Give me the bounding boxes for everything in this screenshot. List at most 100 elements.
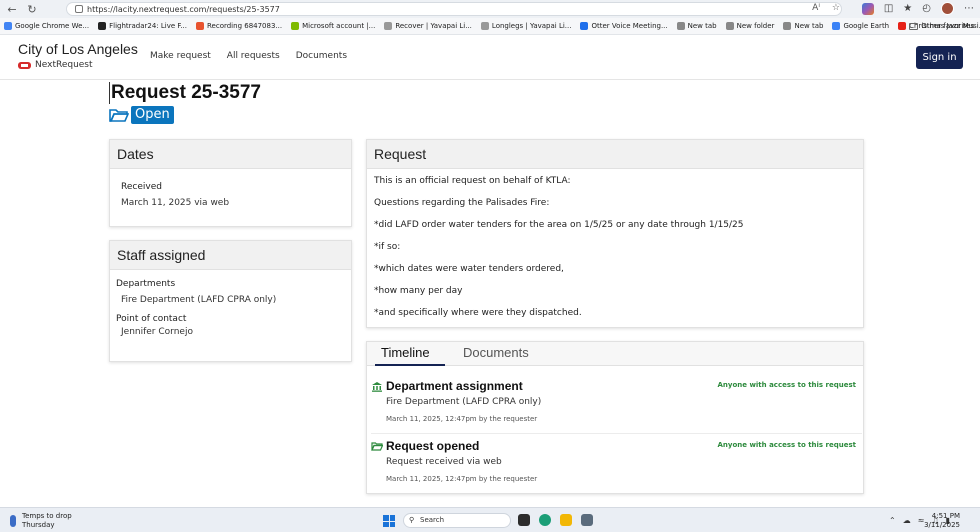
page-title: Request 25-3577: [109, 82, 261, 104]
request-card: Request This is an official request on b…: [366, 139, 864, 328]
file-explorer-icon[interactable]: [560, 514, 572, 526]
bookmark-item[interactable]: Recover | Yavapai Li...: [384, 22, 472, 30]
bookmark-favicon-icon: [4, 22, 12, 30]
nextrequest-logo-icon: [18, 61, 31, 69]
bookmarks-bar: Google Chrome We... Flightradar24: Live F…: [0, 18, 980, 35]
timeline-tabs: Timeline Documents: [367, 342, 863, 366]
request-line: *and specifically where were they dispat…: [374, 308, 582, 318]
reload-icon[interactable]: ↻: [24, 1, 40, 17]
status-badge: Open: [131, 106, 174, 124]
taskbar-search[interactable]: ⚲ Search: [403, 513, 511, 528]
event-timestamp: March 11, 2025, 12:47pm by the requester: [386, 475, 538, 483]
system-clock[interactable]: 4:51 PM 3/11/2025: [924, 512, 960, 530]
nav-make-request[interactable]: Make request: [150, 51, 211, 61]
staff-card: Staff assigned Departments Fire Departme…: [109, 240, 352, 362]
bookmark-label: Flightradar24: Live F...: [109, 22, 187, 30]
department-building-icon: [372, 381, 382, 392]
search-placeholder: Search: [420, 516, 445, 524]
bookmark-item[interactable]: Google Earth: [832, 22, 889, 30]
bookmark-label: Longlegs | Yavapai Li...: [491, 22, 572, 30]
open-folder-icon: [109, 109, 129, 122]
staff-heading: Staff assigned: [110, 241, 351, 270]
bookmark-favicon-icon: [480, 22, 489, 30]
nav-all-requests[interactable]: All requests: [227, 51, 280, 61]
tab-timeline[interactable]: Timeline: [375, 345, 445, 366]
bookmark-label: Otter Voice Meeting...: [591, 22, 668, 30]
address-bar[interactable]: https://lacity.nextrequest.com/requests/…: [66, 2, 842, 16]
history-icon[interactable]: ◴: [922, 3, 931, 14]
nav-documents[interactable]: Documents: [296, 51, 347, 61]
bookmark-favicon-icon: [580, 22, 589, 30]
search-icon: ⚲: [409, 516, 415, 524]
task-view-icon[interactable]: [518, 514, 530, 526]
weather-widget[interactable]: Temps to drop Thursday: [10, 512, 72, 530]
read-aloud-icon[interactable]: Aⁱ: [812, 3, 820, 13]
bookmark-favicon-icon: [98, 22, 107, 30]
request-line: *did LAFD order water tenders for the ar…: [374, 220, 744, 230]
divider: [371, 433, 862, 434]
bookmark-item[interactable]: New tab: [676, 22, 717, 30]
copilot-icon[interactable]: [861, 2, 874, 15]
back-icon[interactable]: ←: [4, 1, 20, 17]
remote-desktop-icon[interactable]: [581, 514, 593, 526]
bookmark-favicon-icon: [725, 22, 734, 30]
timeline-card: Timeline Documents Department assignment…: [366, 341, 864, 494]
received-label: Received: [121, 182, 162, 192]
brand-subtitle-text: NextRequest: [35, 60, 93, 70]
bookmark-item[interactable]: Google Chrome We...: [4, 22, 89, 30]
contact-value: Jennifer Cornejo: [121, 327, 193, 337]
bookmark-item[interactable]: New folder: [725, 22, 775, 30]
bookmark-item[interactable]: New tab: [783, 22, 823, 30]
received-value: March 11, 2025 via web: [121, 198, 230, 208]
folder-icon: [909, 22, 919, 30]
bookmark-item[interactable]: Longlegs | Yavapai Li...: [480, 22, 572, 30]
main-nav: Make request All requests Documents: [150, 51, 347, 61]
bookmark-label: New tab: [687, 22, 717, 30]
bookmark-item[interactable]: Microsoft account |...: [291, 22, 375, 30]
dates-heading: Dates: [110, 140, 351, 169]
sign-in-button[interactable]: Sign in: [916, 46, 963, 69]
bookmark-item[interactable]: Recording 6847083...: [196, 22, 282, 30]
profile-avatar[interactable]: [941, 2, 954, 15]
weather-line1: Temps to drop: [22, 512, 72, 520]
brand-subtitle: NextRequest: [18, 60, 93, 70]
request-line: *which dates were water tenders ordered,: [374, 264, 564, 274]
bookmark-label: New folder: [736, 22, 775, 30]
bookmark-favicon-icon: [832, 22, 841, 30]
cloud-icon[interactable]: ☁: [903, 516, 911, 525]
request-line: This is an official request on behalf of…: [374, 176, 571, 186]
request-line: *if so:: [374, 242, 401, 252]
edge-browser-icon[interactable]: [539, 514, 551, 526]
request-line: *how many per day: [374, 286, 463, 296]
windows-taskbar: Temps to drop Thursday ⚲ Search ⌃ ☁ ≈ ♫ …: [0, 507, 980, 532]
event-title: Department assignment: [386, 379, 523, 393]
event-title: Request opened: [386, 439, 480, 453]
status-row: Open: [109, 106, 174, 124]
event-description: Fire Department (LAFD CPRA only): [386, 397, 542, 407]
departments-value: Fire Department (LAFD CPRA only): [121, 295, 277, 305]
brand-title[interactable]: City of Los Angeles: [18, 41, 138, 57]
bookmark-favicon-icon: [783, 22, 792, 30]
tray-chevron-icon[interactable]: ⌃: [889, 516, 896, 525]
favorite-star-icon[interactable]: ☆: [832, 3, 840, 13]
clock-time: 4:51 PM: [931, 512, 960, 520]
more-menu-icon[interactable]: ⋯: [964, 3, 974, 14]
open-folder-small-icon: [371, 442, 383, 451]
clock-date: 3/11/2025: [924, 521, 960, 529]
favorites-icon[interactable]: ★: [903, 3, 912, 14]
bookmark-favicon-icon: [384, 22, 393, 30]
request-line: Questions regarding the Palisades Fire:: [374, 198, 550, 208]
other-favorites[interactable]: Other favorites: [909, 22, 974, 30]
lock-icon: [75, 5, 83, 13]
other-favorites-label: Other favorites: [921, 22, 974, 30]
url-text: https://lacity.nextrequest.com/requests/…: [87, 4, 280, 14]
bookmark-item[interactable]: Otter Voice Meeting...: [580, 22, 668, 30]
tab-documents[interactable]: Documents: [463, 345, 529, 360]
windows-start-icon[interactable]: [383, 515, 395, 527]
split-screen-icon[interactable]: ◫: [884, 3, 893, 14]
bookmark-favicon-icon: [196, 22, 204, 30]
bookmark-item[interactable]: Flightradar24: Live F...: [98, 22, 187, 30]
browser-toolbar: ← ↻ https://lacity.nextrequest.com/reque…: [0, 0, 980, 18]
weather-line2: Thursday: [22, 521, 55, 529]
request-text: This is an official request on behalf of…: [367, 169, 863, 335]
